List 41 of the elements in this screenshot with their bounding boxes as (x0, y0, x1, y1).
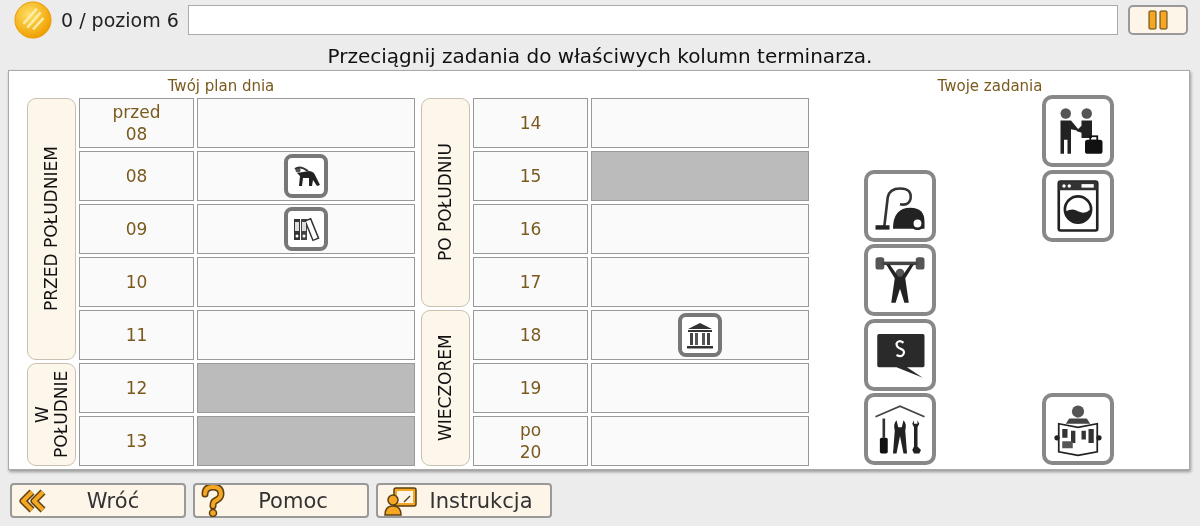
instruction-text: Przeciągnij zadania do właściwych kolumn terminarza. (326, 44, 874, 70)
hour-cell: 18 (473, 310, 588, 360)
hour-cell: 16 (473, 204, 588, 254)
task-tile[interactable] (1042, 95, 1114, 167)
tasks-title: Twoje zadania (936, 76, 1044, 97)
hour-cell: 08 (79, 151, 194, 201)
period-label: PO POŁUDNIU (421, 98, 470, 307)
hour-cell: 15 (473, 151, 588, 201)
presenter-icon (384, 485, 418, 516)
help-button[interactable]: Pomoc (193, 483, 369, 518)
hour-cell: 13 (79, 416, 194, 466)
hour-cell: 10 (79, 257, 194, 307)
hour-cell: 09 (79, 204, 194, 254)
instructions-button[interactable]: Instrukcja (376, 483, 552, 518)
hour-cell: przed 08 (79, 98, 194, 148)
help-icon (201, 484, 225, 517)
task-tile[interactable] (864, 244, 936, 316)
task-tile[interactable] (864, 318, 936, 391)
score-label: 0 / poziom 6 (61, 9, 179, 31)
schedule-title: Twój plan dnia (166, 76, 276, 97)
task-tile[interactable] (864, 169, 936, 242)
double-chevron-icon (18, 487, 48, 514)
coin-icon (14, 1, 52, 39)
task-tile[interactable] (284, 207, 328, 251)
pause-icon (1148, 10, 1168, 30)
hour-cell: po 20 (473, 416, 588, 466)
hour-cell: 19 (473, 363, 588, 413)
hour-cell: 17 (473, 257, 588, 307)
task-tile[interactable] (1042, 393, 1114, 465)
hour-cell: 14 (473, 98, 588, 148)
task-tile[interactable] (1042, 169, 1114, 242)
hour-cell: 12 (79, 363, 194, 413)
period-label: PRZED POŁUDNIEM (27, 98, 76, 360)
task-tile[interactable] (678, 313, 722, 357)
period-label: W POŁUDNIE (27, 363, 76, 466)
task-tile[interactable] (864, 393, 936, 465)
task-tile[interactable] (284, 154, 328, 198)
pause-button[interactable] (1128, 5, 1188, 35)
back-button[interactable]: Wróć (10, 483, 186, 518)
hour-cell: 11 (79, 310, 194, 360)
period-label: WIECZOREM (421, 310, 470, 466)
